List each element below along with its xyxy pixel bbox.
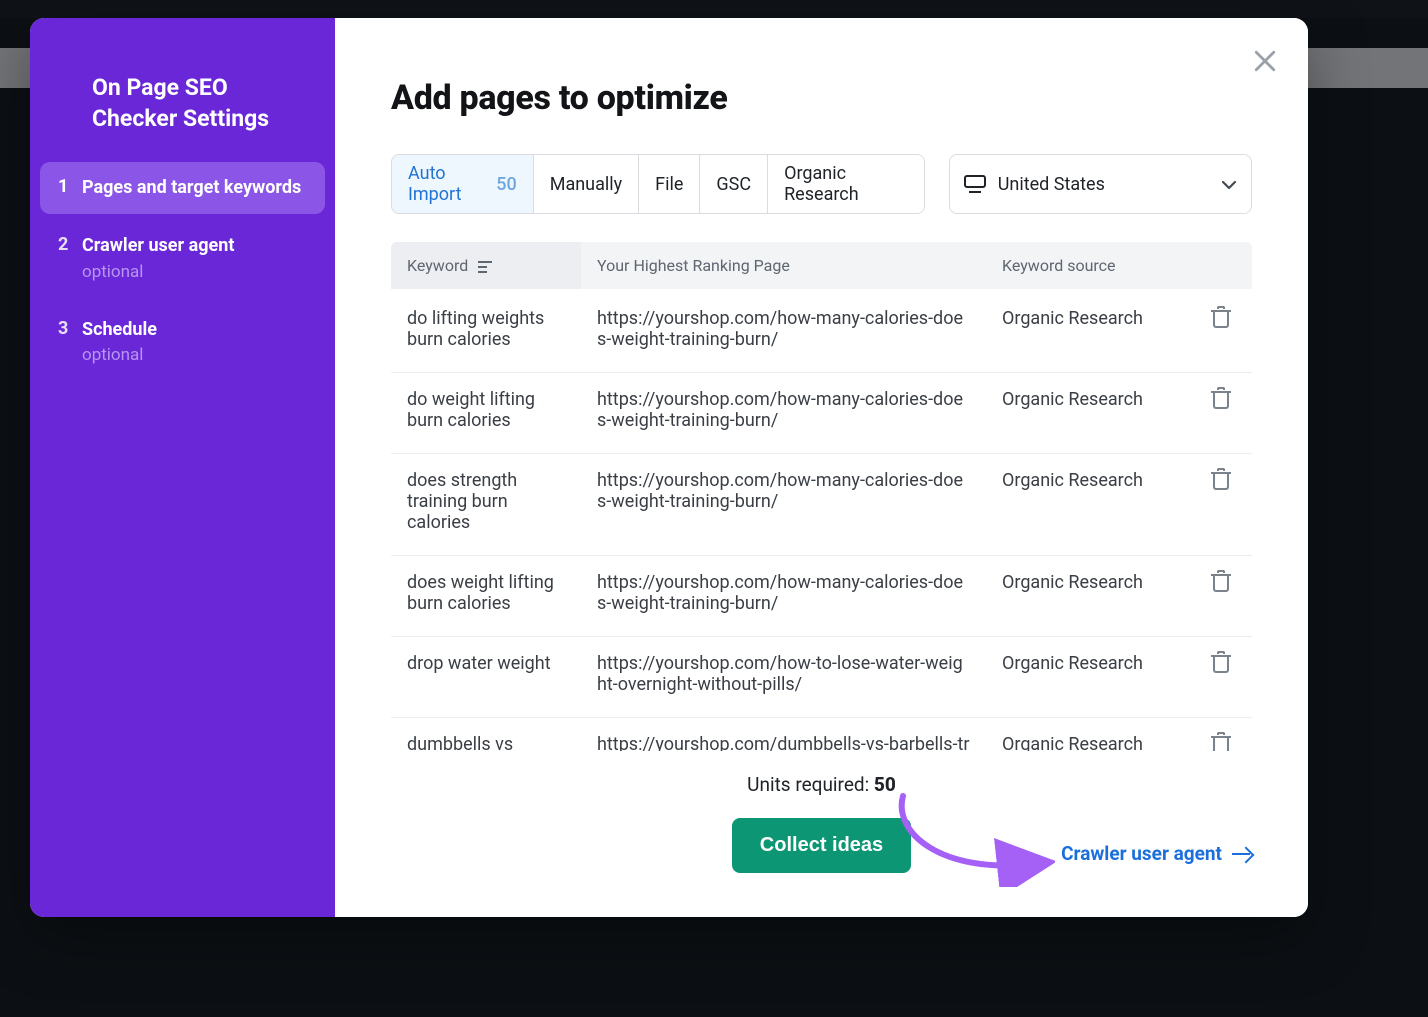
units-required: Units required: 50 bbox=[391, 773, 1252, 796]
tab-manually[interactable]: Manually bbox=[534, 155, 639, 213]
modal-footer: Units required: 50 Collect ideas Crawler… bbox=[335, 751, 1308, 917]
step-pages-keywords[interactable]: 1 Pages and target keywords bbox=[40, 162, 325, 214]
step-schedule[interactable]: 3 Schedule optional bbox=[40, 304, 325, 381]
table-row: do weight lifting burn calorieshttps://y… bbox=[391, 373, 1252, 454]
th-page[interactable]: Your Highest Ranking Page bbox=[581, 242, 986, 289]
cell-keyword: drop water weight bbox=[391, 637, 581, 717]
th-keyword[interactable]: Keyword bbox=[391, 242, 581, 289]
cell-page: https://yourshop.com/dumbbells-vs-barbel… bbox=[581, 718, 986, 751]
cell-keyword: do lifting weights burn calories bbox=[391, 292, 581, 372]
close-icon bbox=[1250, 46, 1280, 76]
tab-file[interactable]: File bbox=[639, 155, 700, 213]
tab-auto-import[interactable]: Auto Import 50 bbox=[392, 155, 534, 213]
cell-page: https://yourshop.com/how-many-calories-d… bbox=[581, 292, 986, 372]
table-body[interactable]: do lifting weights burn calorieshttps://… bbox=[391, 292, 1252, 751]
cell-source: Organic Research bbox=[986, 556, 1196, 636]
settings-main: Add pages to optimize Auto Import 50 Man… bbox=[335, 18, 1308, 917]
arrow-right-icon bbox=[1232, 847, 1252, 861]
th-source[interactable]: Keyword source bbox=[986, 242, 1196, 289]
cell-source: Organic Research bbox=[986, 637, 1196, 717]
cell-page: https://yourshop.com/how-many-calories-d… bbox=[581, 454, 986, 555]
sort-icon bbox=[478, 261, 492, 272]
cell-source: Organic Research bbox=[986, 292, 1196, 372]
close-button[interactable] bbox=[1250, 46, 1280, 76]
cell-keyword: does strength training burn calories bbox=[391, 454, 581, 555]
tab-organic-research[interactable]: Organic Research bbox=[768, 155, 924, 213]
step-label: Schedule optional bbox=[82, 318, 157, 367]
cell-page: https://yourshop.com/how-to-lose-water-w… bbox=[581, 637, 986, 717]
cell-source: Organic Research bbox=[986, 373, 1196, 453]
delete-row-button[interactable] bbox=[1212, 572, 1230, 592]
step-number: 3 bbox=[58, 318, 82, 367]
tab-count: 50 bbox=[496, 174, 516, 195]
cell-page: https://yourshop.com/how-many-calories-d… bbox=[581, 373, 986, 453]
delete-row-button[interactable] bbox=[1212, 308, 1230, 328]
step-crawler-agent[interactable]: 2 Crawler user agent optional bbox=[40, 220, 325, 297]
sidebar-title: On Page SEO Checker Settings bbox=[30, 72, 335, 162]
step-number: 2 bbox=[58, 234, 82, 283]
country-select[interactable]: United States bbox=[949, 154, 1252, 214]
keywords-table: Keyword Your Highest Ranking Page Keywor… bbox=[391, 242, 1252, 751]
cell-keyword: dumbbells vs barbells bbox=[391, 718, 581, 751]
step-label: Crawler user agent optional bbox=[82, 234, 234, 283]
page-title: Add pages to optimize bbox=[391, 78, 1252, 118]
table-row: dumbbells vs barbellshttps://yourshop.co… bbox=[391, 718, 1252, 751]
delete-row-button[interactable] bbox=[1212, 470, 1230, 490]
step-optional-label: optional bbox=[82, 344, 157, 367]
cell-page: https://yourshop.com/how-many-calories-d… bbox=[581, 556, 986, 636]
desktop-icon bbox=[964, 175, 986, 193]
table-header: Keyword Your Highest Ranking Page Keywor… bbox=[391, 242, 1252, 289]
settings-modal: On Page SEO Checker Settings 1 Pages and… bbox=[30, 18, 1308, 917]
step-label: Pages and target keywords bbox=[82, 176, 301, 200]
country-label: United States bbox=[998, 174, 1105, 195]
table-row: drop water weighthttps://yourshop.com/ho… bbox=[391, 637, 1252, 718]
next-step-link[interactable]: Crawler user agent bbox=[1061, 842, 1252, 865]
controls-row: Auto Import 50 Manually File GSC Organic… bbox=[391, 154, 1252, 214]
step-number: 1 bbox=[58, 176, 82, 200]
chevron-down-icon bbox=[1221, 174, 1237, 195]
cell-source: Organic Research bbox=[986, 718, 1196, 751]
delete-row-button[interactable] bbox=[1212, 734, 1230, 751]
delete-row-button[interactable] bbox=[1212, 653, 1230, 673]
tab-gsc[interactable]: GSC bbox=[700, 155, 768, 213]
delete-row-button[interactable] bbox=[1212, 389, 1230, 409]
table-row: do lifting weights burn calorieshttps://… bbox=[391, 292, 1252, 373]
cell-keyword: does weight lifting burn calories bbox=[391, 556, 581, 636]
settings-sidebar: On Page SEO Checker Settings 1 Pages and… bbox=[30, 18, 335, 917]
cell-source: Organic Research bbox=[986, 454, 1196, 555]
source-tabs: Auto Import 50 Manually File GSC Organic… bbox=[391, 154, 925, 214]
table-row: does strength training burn calorieshttp… bbox=[391, 454, 1252, 556]
table-row: does weight lifting burn calorieshttps:/… bbox=[391, 556, 1252, 637]
cell-keyword: do weight lifting burn calories bbox=[391, 373, 581, 453]
step-optional-label: optional bbox=[82, 261, 234, 284]
collect-ideas-button[interactable]: Collect ideas bbox=[732, 818, 911, 873]
